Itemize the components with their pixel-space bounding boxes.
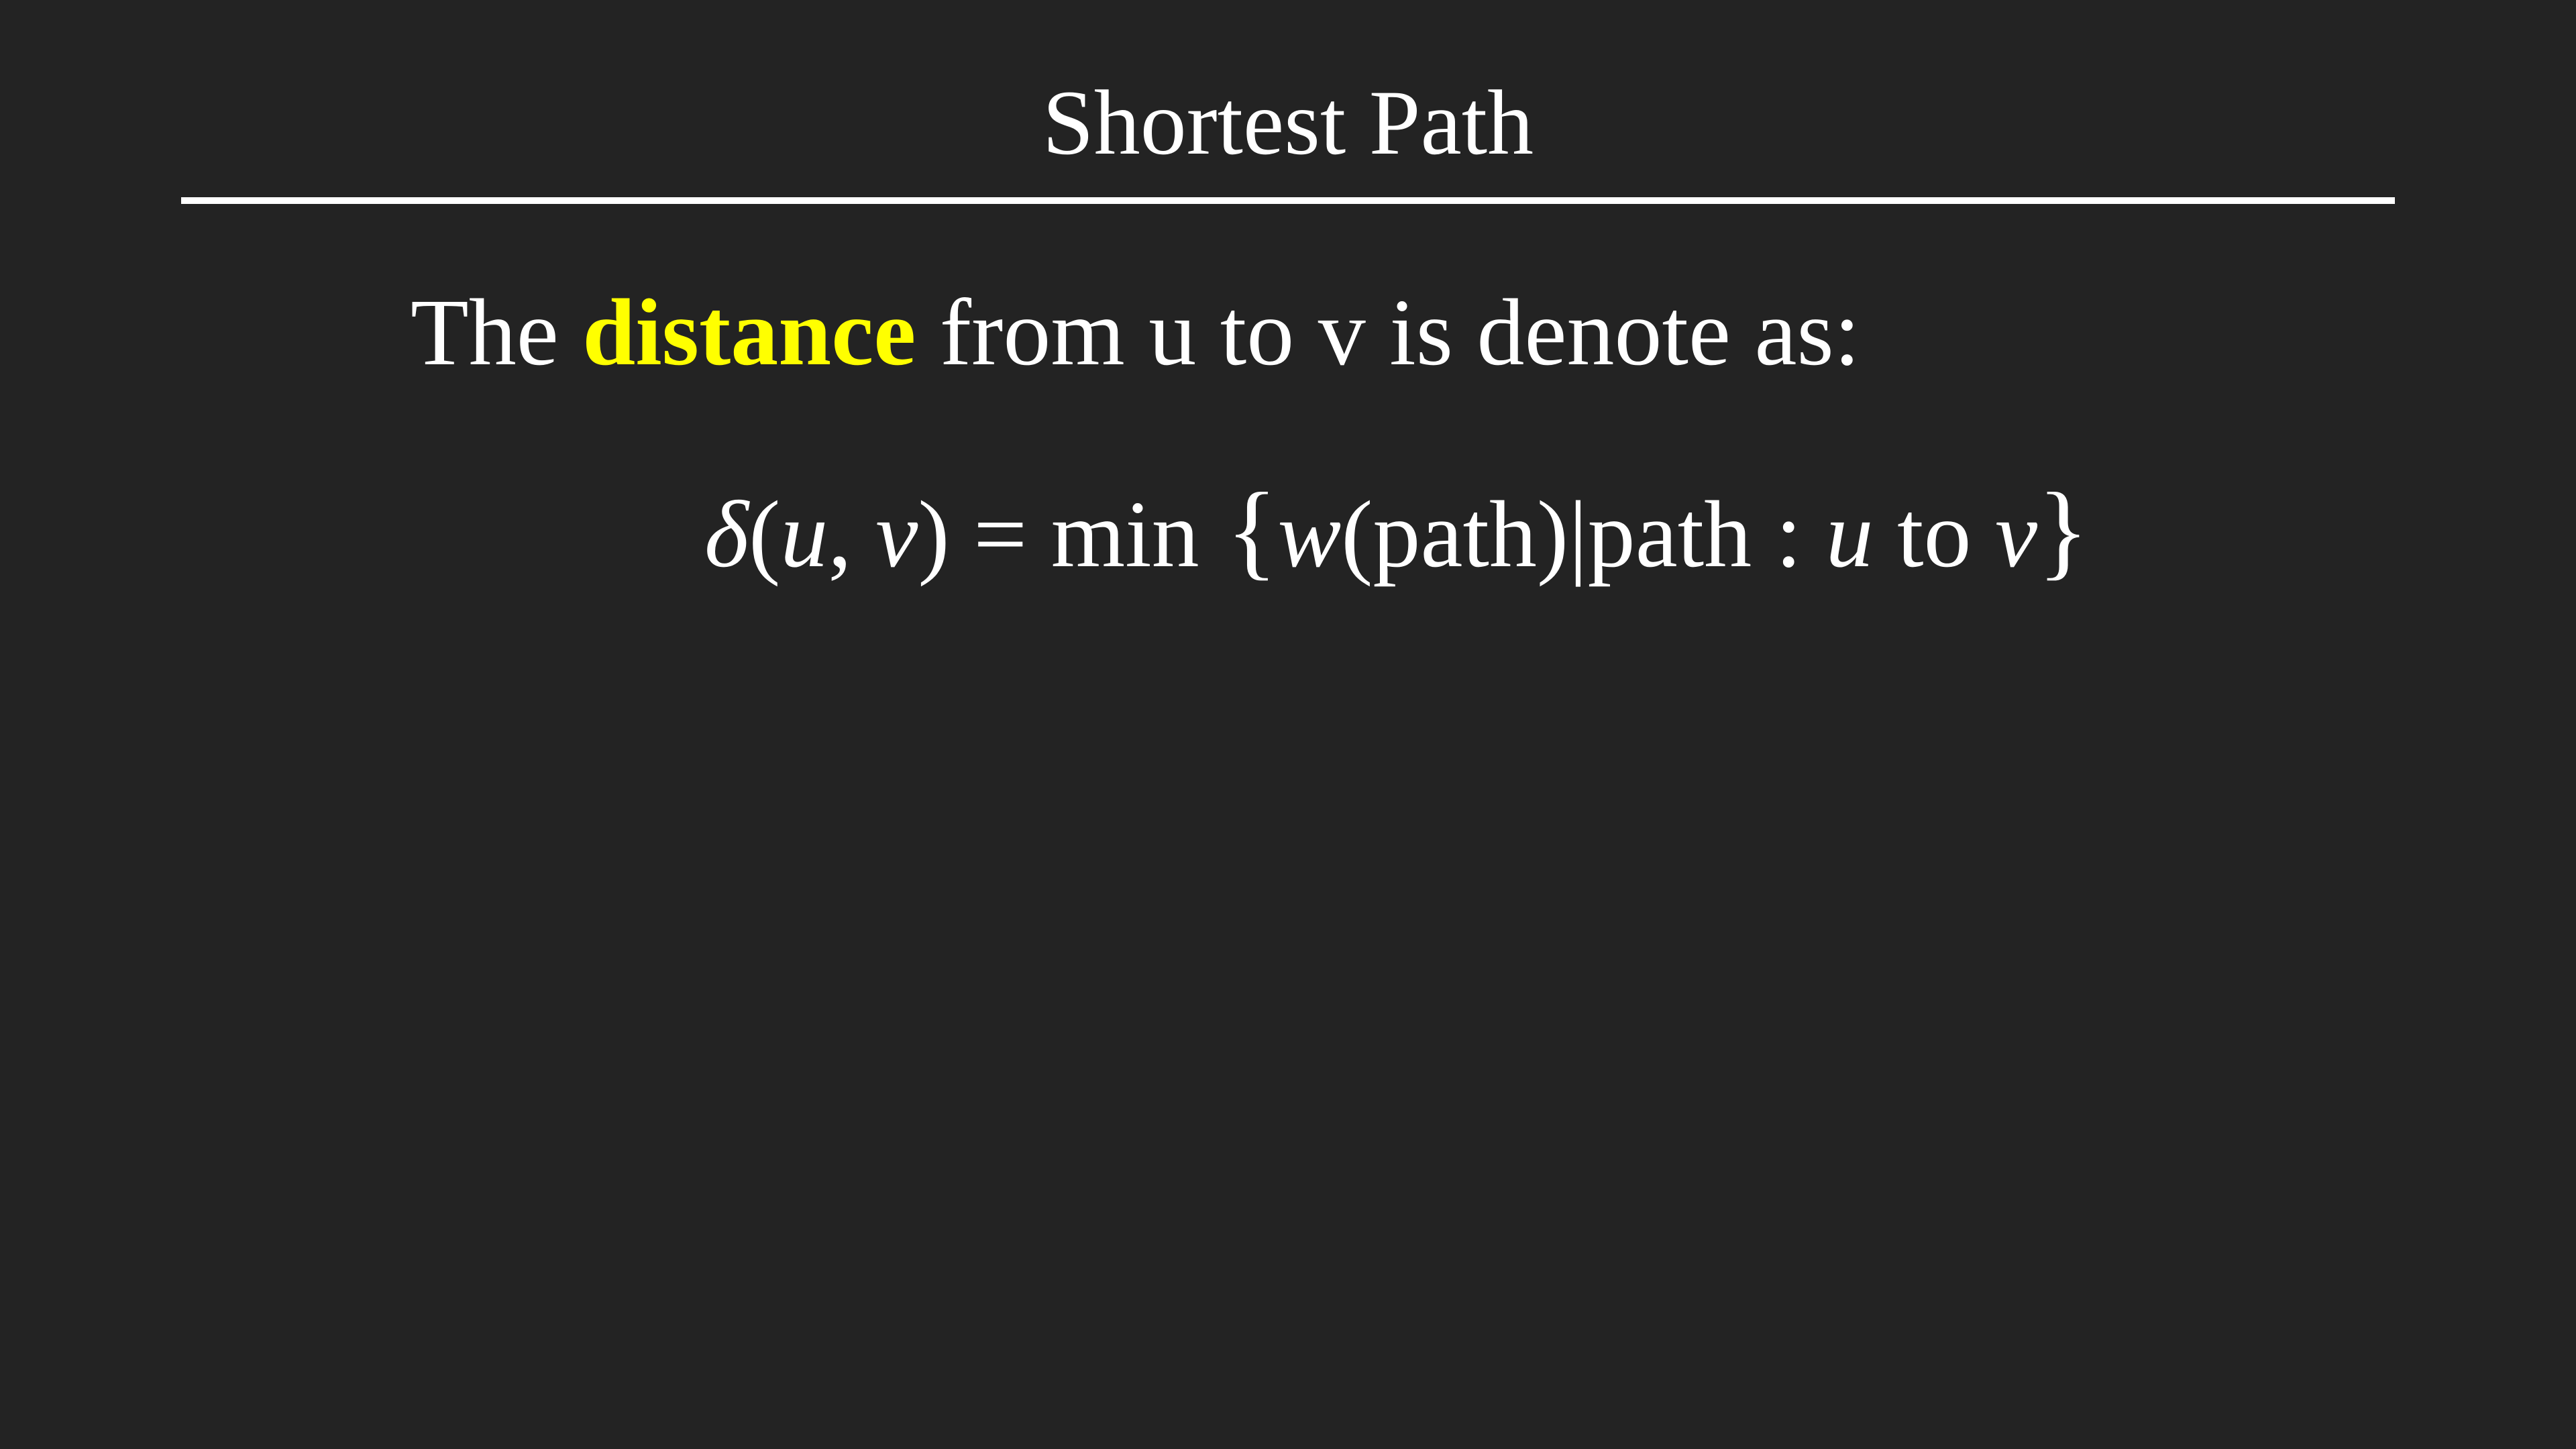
formula-weight-fn: w (1277, 481, 1342, 587)
formula-to: to (1873, 481, 1996, 587)
formula-delta: δ (704, 481, 749, 587)
definition-statement: The distance from u to v is denote as: (411, 272, 1860, 392)
formula-weight-arg: (path) (1341, 481, 1569, 587)
formula-source-u: u (1825, 481, 1874, 587)
slide: Shortest Path The distance from u to v i… (0, 0, 2576, 1449)
formula-paren-open: ( (749, 481, 781, 587)
slide-title: Shortest Path (1042, 71, 1534, 174)
formula-paren-close: ) (918, 481, 950, 587)
title-underline (181, 197, 2395, 204)
formula-arg-v: v (875, 481, 918, 587)
distance-formula: δ(u, v) = min {w(path)|path : u to v} (704, 470, 2089, 594)
formula-comma: , (828, 481, 876, 587)
formula-min: min (1051, 481, 1199, 587)
formula-equals: = (949, 481, 1051, 587)
formula-arg-u: u (780, 481, 828, 587)
formula-bar: | (1568, 481, 1588, 587)
statement-suffix: from u to v is denote as: (916, 279, 1861, 385)
formula-colon: : (1752, 481, 1826, 587)
statement-prefix: The (411, 279, 583, 385)
highlighted-term: distance (582, 279, 916, 385)
formula-path: path (1587, 481, 1752, 587)
formula-brace-open: { (1199, 470, 1278, 590)
formula-brace-close: } (2037, 470, 2089, 590)
formula-target-v: v (1995, 481, 2038, 587)
